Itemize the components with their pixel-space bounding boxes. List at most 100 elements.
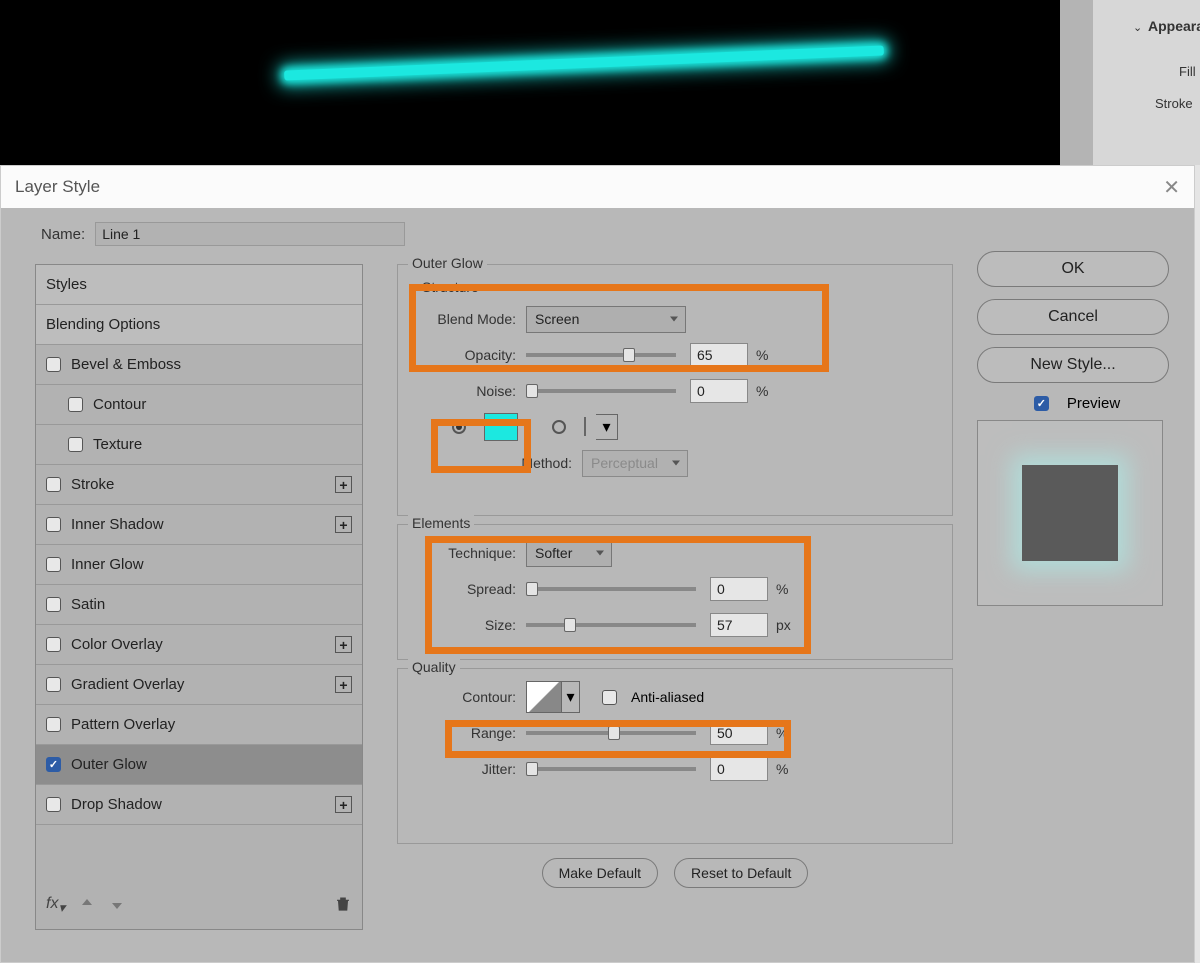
make-default-button[interactable]: Make Default bbox=[542, 858, 658, 888]
close-icon[interactable]: ✕ bbox=[1163, 175, 1180, 200]
effect-stroke[interactable]: Stroke + bbox=[36, 465, 362, 505]
add-effect-icon[interactable]: + bbox=[335, 516, 352, 533]
opacity-slider[interactable] bbox=[526, 353, 676, 357]
spread-slider[interactable] bbox=[526, 587, 696, 591]
cancel-button[interactable]: Cancel bbox=[977, 299, 1169, 335]
effect-preview bbox=[977, 420, 1163, 606]
technique-label: Technique: bbox=[412, 545, 516, 561]
opacity-input[interactable] bbox=[690, 343, 748, 367]
checkbox[interactable] bbox=[46, 757, 61, 772]
outer-glow-settings: Outer Glow Structure Blend Mode: Screen … bbox=[397, 264, 953, 930]
antialiased-checkbox[interactable] bbox=[602, 690, 617, 705]
contour-label: Contour: bbox=[412, 689, 516, 705]
effect-contour[interactable]: Contour bbox=[36, 385, 362, 425]
styles-header[interactable]: Styles bbox=[36, 265, 362, 305]
glow-gradient-radio[interactable] bbox=[552, 420, 566, 434]
dialog-titlebar: Layer Style ✕ bbox=[1, 166, 1194, 208]
unit-percent: % bbox=[776, 761, 788, 777]
effect-label: Inner Glow bbox=[71, 556, 144, 573]
jitter-input[interactable] bbox=[710, 757, 768, 781]
contour-dropdown[interactable]: ▾ bbox=[562, 681, 580, 713]
preview-checkbox[interactable] bbox=[1034, 396, 1049, 411]
jitter-label: Jitter: bbox=[412, 761, 516, 777]
blend-mode-select[interactable]: Screen bbox=[526, 306, 686, 333]
glow-line-artwork bbox=[284, 45, 884, 80]
checkbox[interactable] bbox=[46, 597, 61, 612]
effect-label: Drop Shadow bbox=[71, 796, 162, 813]
opacity-label: Opacity: bbox=[412, 347, 516, 363]
effect-label: Outer Glow bbox=[71, 756, 147, 773]
reset-default-button[interactable]: Reset to Default bbox=[674, 858, 808, 888]
document-canvas bbox=[0, 0, 1060, 165]
checkbox[interactable] bbox=[46, 677, 61, 692]
effect-texture[interactable]: Texture bbox=[36, 425, 362, 465]
new-style-button[interactable]: New Style... bbox=[977, 347, 1169, 383]
quality-header: Quality bbox=[408, 659, 460, 675]
fx-menu-icon[interactable]: fx▾ bbox=[46, 895, 65, 916]
add-effect-icon[interactable]: + bbox=[335, 476, 352, 493]
effects-list: Styles Blending Options Bevel & Emboss C… bbox=[35, 264, 363, 930]
trash-icon[interactable] bbox=[334, 895, 352, 918]
ok-button[interactable]: OK bbox=[977, 251, 1169, 287]
gradient-picker-dropdown[interactable]: ▾ bbox=[596, 414, 618, 440]
preview-label: Preview bbox=[1067, 395, 1120, 412]
technique-select[interactable]: Softer bbox=[526, 540, 612, 567]
noise-input[interactable] bbox=[690, 379, 748, 403]
noise-slider[interactable] bbox=[526, 389, 676, 393]
blending-options[interactable]: Blending Options bbox=[36, 305, 362, 345]
effect-label: Contour bbox=[93, 396, 146, 413]
add-effect-icon[interactable]: + bbox=[335, 676, 352, 693]
disclosure-icon[interactable]: ⌄ bbox=[1133, 21, 1142, 34]
effect-label: Satin bbox=[71, 596, 105, 613]
properties-panel-edge: ⌄ Appeara Fill Stroke bbox=[1060, 0, 1200, 165]
blend-mode-label: Blend Mode: bbox=[412, 311, 516, 327]
jitter-slider[interactable] bbox=[526, 767, 696, 771]
move-down-icon[interactable] bbox=[109, 896, 125, 917]
effect-bevel-emboss[interactable]: Bevel & Emboss bbox=[36, 345, 362, 385]
checkbox[interactable] bbox=[46, 637, 61, 652]
checkbox[interactable] bbox=[46, 557, 61, 572]
size-input[interactable] bbox=[710, 613, 768, 637]
unit-percent: % bbox=[756, 347, 768, 363]
checkbox[interactable] bbox=[46, 717, 61, 732]
glow-color-radio[interactable] bbox=[452, 420, 466, 434]
range-label: Range: bbox=[412, 725, 516, 741]
range-slider[interactable] bbox=[526, 731, 696, 735]
glow-color-swatch[interactable] bbox=[484, 413, 518, 441]
spread-input[interactable] bbox=[710, 577, 768, 601]
move-up-icon[interactable] bbox=[79, 896, 95, 917]
layer-style-dialog: Layer Style ✕ Name: Styles Blending Opti… bbox=[0, 165, 1195, 963]
effect-gradient-overlay[interactable]: Gradient Overlay + bbox=[36, 665, 362, 705]
size-slider[interactable] bbox=[526, 623, 696, 627]
name-label: Name: bbox=[41, 226, 85, 243]
size-label: Size: bbox=[412, 617, 516, 633]
antialiased-label: Anti-aliased bbox=[631, 689, 704, 705]
checkbox[interactable] bbox=[46, 797, 61, 812]
group-outer-glow: Outer Glow bbox=[408, 255, 487, 271]
checkbox[interactable] bbox=[46, 477, 61, 492]
checkbox[interactable] bbox=[46, 357, 61, 372]
contour-swatch[interactable] bbox=[526, 681, 562, 713]
effect-pattern-overlay[interactable]: Pattern Overlay bbox=[36, 705, 362, 745]
effect-color-overlay[interactable]: Color Overlay + bbox=[36, 625, 362, 665]
checkbox[interactable] bbox=[68, 437, 83, 452]
range-input[interactable] bbox=[710, 721, 768, 745]
effect-inner-shadow[interactable]: Inner Shadow + bbox=[36, 505, 362, 545]
glow-gradient-swatch[interactable] bbox=[584, 417, 586, 436]
dialog-title: Layer Style bbox=[15, 177, 100, 197]
effect-outer-glow[interactable]: Outer Glow bbox=[36, 745, 362, 785]
elements-header: Elements bbox=[408, 515, 474, 531]
effect-label: Pattern Overlay bbox=[71, 716, 175, 733]
add-effect-icon[interactable]: + bbox=[335, 796, 352, 813]
appearance-header: Appeara bbox=[1148, 18, 1200, 34]
layer-name-input[interactable] bbox=[95, 222, 405, 246]
stroke-label: Stroke bbox=[1155, 96, 1193, 111]
effect-drop-shadow[interactable]: Drop Shadow + bbox=[36, 785, 362, 825]
checkbox[interactable] bbox=[46, 517, 61, 532]
effect-satin[interactable]: Satin bbox=[36, 585, 362, 625]
preview-swatch bbox=[1022, 465, 1118, 561]
fill-label: Fill bbox=[1179, 64, 1196, 79]
checkbox[interactable] bbox=[68, 397, 83, 412]
add-effect-icon[interactable]: + bbox=[335, 636, 352, 653]
effect-inner-glow[interactable]: Inner Glow bbox=[36, 545, 362, 585]
